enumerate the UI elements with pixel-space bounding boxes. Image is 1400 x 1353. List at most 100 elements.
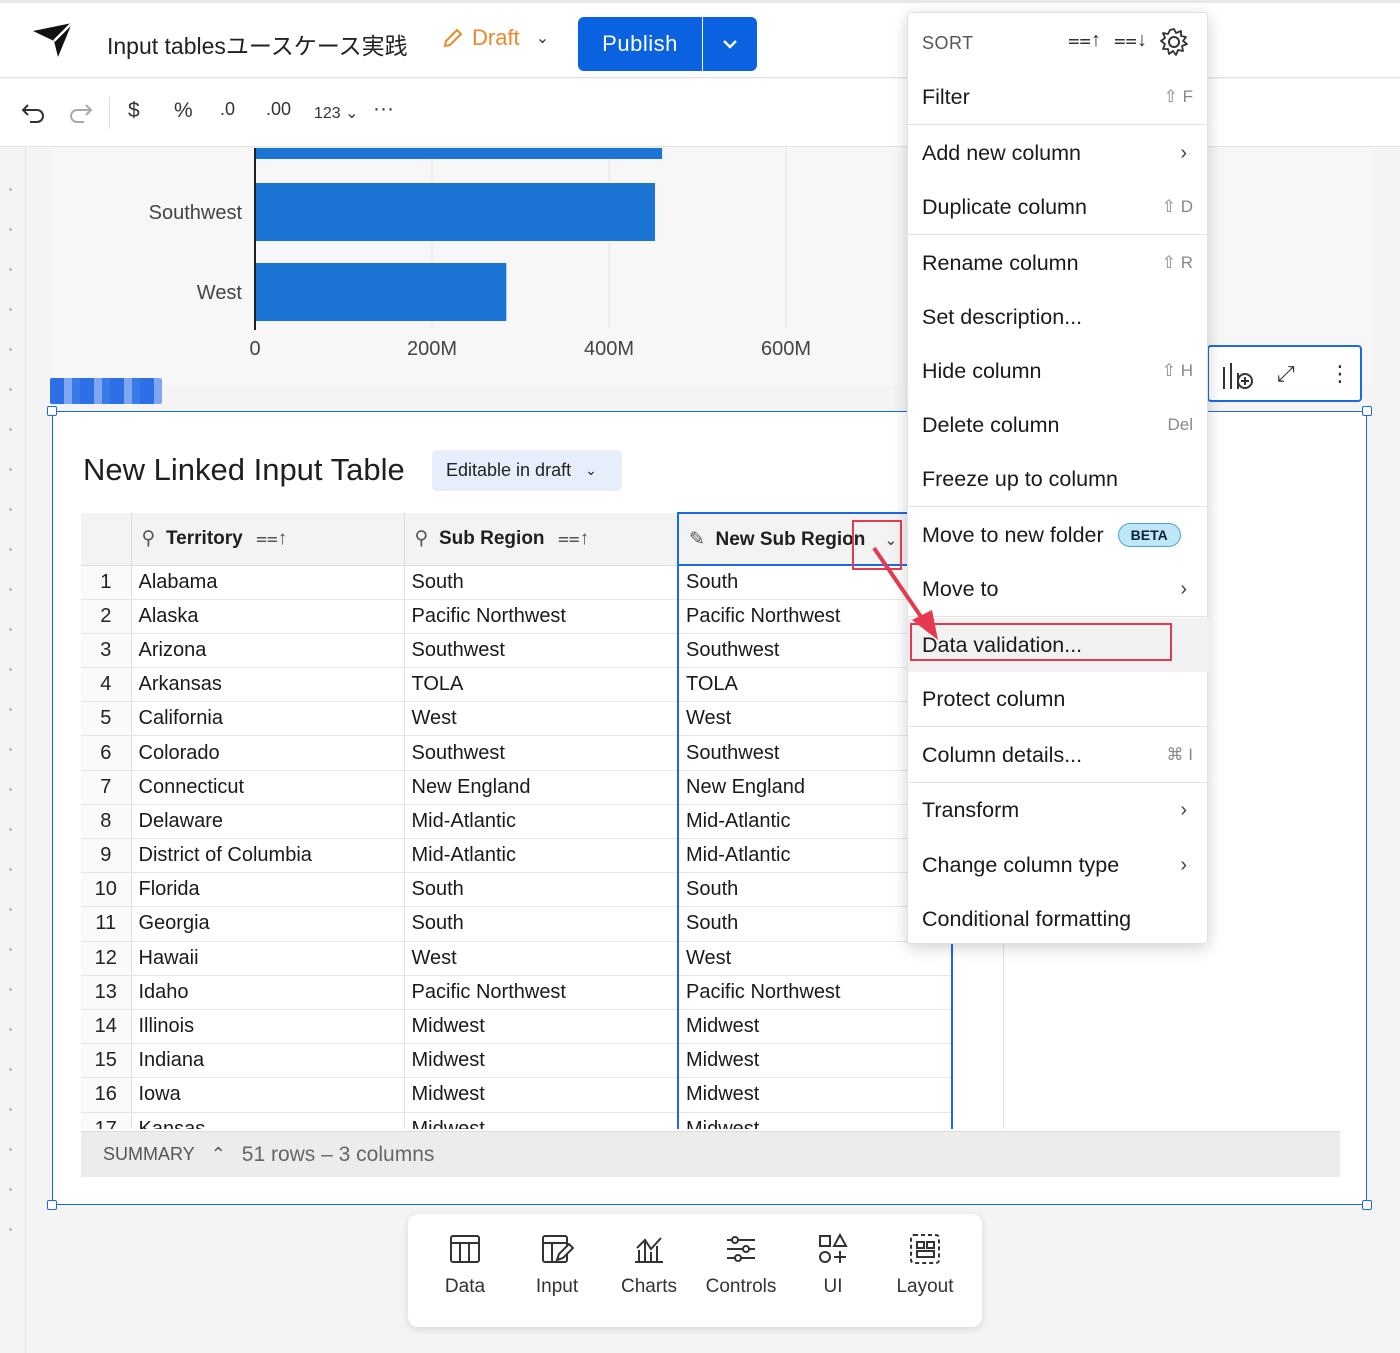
table-row[interactable]: 12 Hawaii West West	[81, 941, 953, 976]
redo-icon[interactable]	[68, 101, 94, 123]
table-row[interactable]: 10 Florida South South	[81, 872, 953, 908]
menu-item-conditional-formatting[interactable]: Conditional formatting	[908, 892, 1209, 946]
table-cell[interactable]: Colorado	[131, 735, 405, 771]
table-cell[interactable]: Alaska	[131, 599, 405, 634]
decrease-decimals-button[interactable]: .0	[220, 99, 235, 120]
bar[interactable]	[255, 183, 656, 241]
chevron-up-icon[interactable]: ⌃	[211, 1144, 226, 1165]
menu-item-freeze-column[interactable]: Freeze up to column	[908, 452, 1209, 506]
table-cell[interactable]: Pacific Northwest	[677, 975, 953, 1010]
table-cell[interactable]: Florida	[131, 872, 405, 908]
table-cell[interactable]: South	[404, 872, 679, 908]
table-row[interactable]: 11 Georgia South South	[81, 906, 953, 942]
table-cell[interactable]: California	[131, 701, 405, 737]
draft-status-dropdown[interactable]: Draft ⌄	[442, 25, 549, 51]
table-row[interactable]: 3 Arizona Southwest Southwest	[81, 633, 953, 669]
table-row[interactable]: 6 Colorado Southwest Southwest	[81, 735, 953, 771]
bar[interactable]	[255, 148, 663, 159]
dock-ui-button[interactable]: UI	[787, 1232, 879, 1298]
table-row[interactable]: 16 Iowa Midwest Midwest	[81, 1077, 953, 1113]
table-cell[interactable]: Pacific Northwest	[404, 599, 679, 634]
table-cell[interactable]: Illinois	[131, 1009, 405, 1045]
bar[interactable]	[255, 263, 507, 321]
table-cell[interactable]: Arkansas	[131, 667, 405, 703]
table-cell[interactable]: South	[404, 565, 679, 600]
table-cell[interactable]: District of Columbia	[131, 838, 405, 874]
menu-item-filter[interactable]: Filter ⇧ F	[908, 70, 1209, 124]
menu-item-column-details[interactable]: Column details... ⌘ I	[908, 728, 1209, 782]
resize-handle[interactable]	[1362, 406, 1372, 416]
more-options-button[interactable]: ···	[373, 97, 394, 121]
table-cell[interactable]: Alabama	[131, 565, 405, 600]
menu-item-transform[interactable]: Transform ›	[908, 783, 1209, 837]
table-cell[interactable]: Southwest	[404, 633, 679, 669]
menu-item-move-to-new-folder[interactable]: Move to new folder BETA	[908, 508, 1209, 562]
menu-item-rename-column[interactable]: Rename column ⇧ R	[908, 236, 1209, 290]
table-cell[interactable]: Southwest	[404, 735, 679, 771]
table-cell[interactable]: Midwest	[404, 1077, 679, 1113]
more-vertical-icon[interactable]: ⋮	[1329, 361, 1351, 387]
table-row[interactable]: 14 Illinois Midwest Midwest	[81, 1009, 953, 1045]
table-row[interactable]: 8 Delaware Mid-Atlantic Mid-Atlantic	[81, 804, 953, 840]
publish-button[interactable]: Publish	[578, 17, 702, 71]
table-cell[interactable]: Kansas	[131, 1112, 405, 1129]
table-cell[interactable]: Hawaii	[131, 941, 405, 976]
table-cell[interactable]: Midwest	[404, 1112, 679, 1129]
table-cell[interactable]: Midwest	[677, 1009, 953, 1045]
table-row[interactable]: 4 Arkansas TOLA TOLA	[81, 667, 953, 703]
resize-handle[interactable]	[47, 1200, 57, 1210]
table-row[interactable]: 7 Connecticut New England New England	[81, 770, 953, 805]
app-logo-icon[interactable]	[30, 19, 76, 61]
gear-icon[interactable]	[1159, 27, 1189, 57]
table-cell[interactable]: West	[404, 701, 679, 737]
table-row[interactable]: 5 California West West	[81, 701, 953, 737]
percent-format-button[interactable]: %	[174, 99, 193, 123]
table-cell[interactable]: Idaho	[131, 975, 405, 1010]
expand-icon[interactable]: ⤢	[1277, 361, 1295, 387]
table-cell[interactable]: Indiana	[131, 1043, 405, 1079]
increase-decimals-button[interactable]: .00	[266, 99, 291, 120]
table-row[interactable]: 9 District of Columbia Mid-Atlantic Mid-Atl…	[81, 838, 953, 874]
add-chart-icon[interactable]	[1221, 359, 1255, 391]
table-cell[interactable]: Midwest	[404, 1043, 679, 1079]
document-title[interactable]: Input tablesユースケース実践	[107, 27, 408, 61]
dock-input-button[interactable]: Input	[511, 1232, 603, 1298]
menu-item-move-to[interactable]: Move to ›	[908, 562, 1209, 616]
table-cell[interactable]: Iowa	[131, 1077, 405, 1113]
table-cell[interactable]: West	[677, 941, 953, 976]
dock-charts-button[interactable]: Charts	[603, 1232, 695, 1298]
summary-bar[interactable]: SUMMARY ⌃ 51 rows – 3 columns	[81, 1131, 1340, 1177]
sort-descending-icon[interactable]: ⩵↓	[1114, 29, 1147, 52]
table-row[interactable]: 1 Alabama South South	[81, 565, 953, 600]
edit-mode-dropdown[interactable]: Editable in draft ⌄	[432, 450, 622, 491]
menu-item-add-column[interactable]: Add new column ›	[908, 126, 1209, 180]
column-header-sub-region[interactable]: ⚲ Sub Region ⩵↑	[404, 513, 679, 566]
table-cell[interactable]: Mid-Atlantic	[404, 838, 679, 874]
table-cell[interactable]: Pacific Northwest	[404, 975, 679, 1010]
table-row[interactable]: 15 Indiana Midwest Midwest	[81, 1043, 953, 1079]
table-cell[interactable]: Midwest	[404, 1009, 679, 1045]
table-cell[interactable]: Connecticut	[131, 770, 405, 805]
table-cell[interactable]: Georgia	[131, 906, 405, 942]
table-cell[interactable]: South	[404, 906, 679, 942]
table-cell[interactable]: Midwest	[677, 1077, 953, 1113]
table-cell[interactable]: Delaware	[131, 804, 405, 840]
table-cell[interactable]: Midwest	[677, 1112, 953, 1129]
table-title[interactable]: New Linked Input Table	[83, 452, 405, 488]
table-row[interactable]: 2 Alaska Pacific Northwest Pacific Northwes…	[81, 599, 953, 634]
table-cell[interactable]: TOLA	[404, 667, 679, 703]
resize-handle[interactable]	[47, 406, 57, 416]
table-cell[interactable]: New England	[404, 770, 679, 805]
table-cell[interactable]: Midwest	[677, 1043, 953, 1079]
resize-handle[interactable]	[1362, 1200, 1372, 1210]
table-cell[interactable]: Mid-Atlantic	[404, 804, 679, 840]
table-row[interactable]: 17 Kansas Midwest Midwest	[81, 1112, 953, 1129]
menu-item-hide-column[interactable]: Hide column ⇧ H	[908, 344, 1209, 398]
column-header-territory[interactable]: ⚲ Territory ⩵↑	[131, 513, 405, 566]
dock-controls-button[interactable]: Controls	[695, 1232, 787, 1298]
menu-item-change-column-type[interactable]: Change column type ›	[908, 838, 1209, 892]
currency-format-button[interactable]: $	[128, 99, 140, 123]
undo-icon[interactable]	[20, 101, 46, 123]
sort-ascending-icon[interactable]: ⩵↑	[1068, 29, 1101, 52]
menu-item-duplicate-column[interactable]: Duplicate column ⇧ D	[908, 180, 1209, 234]
